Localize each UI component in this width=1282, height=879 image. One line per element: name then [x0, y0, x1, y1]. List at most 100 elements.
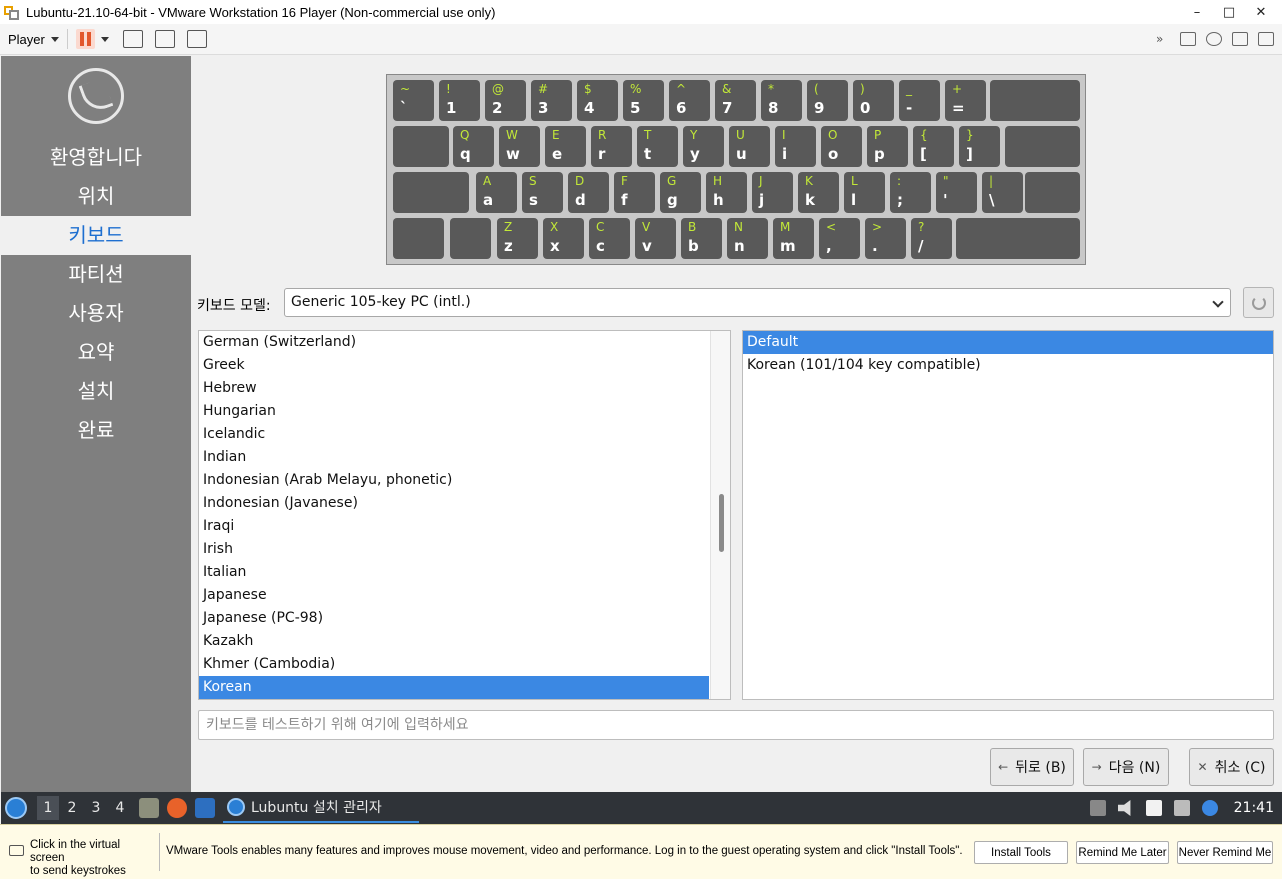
never-remind-button[interactable]: Never Remind Me [1177, 841, 1273, 864]
key-shift-label: E [552, 128, 560, 142]
keyboard-page: ~ `! 1 @2 #3 $4% 5 ^ 6 & 7 * 8(9) 0 _ - + = Qq Ww Ee Rr Tt Yy Uu… [191, 56, 1282, 792]
variant-list[interactable]: Default Korean (101/104 key compatible) [742, 330, 1274, 700]
key-shift-label: ? [918, 220, 925, 234]
key-base-label: 5 [630, 99, 641, 117]
key-3-4: Bb [681, 218, 722, 259]
desktop-switch-2[interactable]: 2 [61, 796, 83, 820]
layout-list-item[interactable]: Hebrew [199, 377, 709, 400]
desktop-switch-3[interactable]: 3 [85, 796, 107, 820]
keyboard-model-select[interactable]: Generic 105-key PC (intl.) [284, 288, 1231, 317]
key-0-6: ^ 6 [669, 80, 710, 121]
key-base-label: i [782, 145, 788, 163]
key-2-9: :; [890, 172, 931, 213]
back-button[interactable]: ← 뒤로 (B) [990, 748, 1074, 786]
step-users: 사용자 [68, 301, 124, 325]
key-base-label: = [952, 99, 965, 117]
layout-list-item[interactable]: German (Switzerland) [199, 331, 709, 354]
key-shift-label: : [897, 174, 902, 188]
layout-list-item[interactable]: Hungarian [199, 400, 709, 423]
key-base-label: r [598, 145, 606, 163]
variant-list-item[interactable]: Korean (101/104 key compatible) [743, 354, 1273, 377]
key-1-10: {[ [913, 126, 954, 167]
power-menu-chevron-icon[interactable] [100, 36, 109, 42]
key-base-label: j [759, 191, 765, 209]
eject-icon[interactable] [1089, 800, 1106, 816]
firefox-icon[interactable] [167, 798, 187, 818]
pause-icon[interactable] [75, 29, 95, 49]
key-1-5: Yy [683, 126, 724, 167]
reset-keyboard-model-button[interactable] [1243, 287, 1274, 318]
next-button[interactable]: → 다음 (N) [1083, 748, 1169, 786]
layout-list-scrollbar[interactable] [710, 331, 730, 699]
layout-list-item[interactable]: Iraqi [199, 515, 709, 538]
key-shift-label: # [538, 82, 549, 96]
key-2-1: Ss [522, 172, 563, 213]
cancel-button-label: 취소 (C) [1214, 760, 1266, 776]
volume-icon[interactable] [1117, 800, 1131, 816]
layout-list-item[interactable]: Khmer (Cambodia) [199, 653, 709, 676]
key-base-label: 8 [768, 99, 779, 117]
clipboard-icon[interactable] [1145, 800, 1162, 816]
layout-list-item[interactable]: Japanese [199, 584, 709, 607]
player-menu[interactable]: Player [8, 32, 59, 47]
key-base-label: [ [920, 145, 927, 163]
taskbar-window-installer[interactable]: Lubuntu 설치 관리자 [223, 793, 419, 823]
remind-later-button[interactable]: Remind Me Later [1076, 841, 1169, 864]
sound-card-icon[interactable] [1258, 32, 1274, 46]
network-adapter-icon[interactable] [1232, 32, 1248, 46]
key-base-label: c [596, 237, 605, 255]
hard-disk-icon[interactable] [1180, 32, 1196, 46]
show-desktop-icon[interactable] [195, 798, 215, 818]
layout-list[interactable]: German (Switzerland) Greek Hebrew Hungarian… [198, 330, 731, 700]
key-base-label: o [828, 145, 839, 163]
send-ctrl-alt-del-icon[interactable] [122, 30, 143, 48]
layout-list-item[interactable]: Italian [199, 561, 709, 584]
layout-list-item[interactable]: Kazakh [199, 630, 709, 653]
key-shift-label: N [734, 220, 743, 234]
file-manager-icon[interactable] [139, 798, 159, 818]
layout-list-item[interactable]: Irish [199, 538, 709, 561]
desktop-switch-4[interactable]: 4 [109, 796, 131, 820]
layout-list-item[interactable]: Indonesian (Arab Melayu, phonetic) [199, 469, 709, 492]
window-titlebar: Lubuntu-21.10-64-bit - VMware Workstatio… [0, 0, 1282, 24]
layout-list-item[interactable]: Korean [199, 676, 709, 699]
key-base-label: z [504, 237, 513, 255]
install-tools-button[interactable]: Install Tools [974, 841, 1068, 864]
key-shift-label: L [851, 174, 858, 188]
tools-bar-divider [159, 833, 160, 871]
layout-list-item[interactable]: Greek [199, 354, 709, 377]
network-icon[interactable] [1173, 800, 1190, 816]
keyboard-model-value: Generic 105-key PC (intl.) [291, 294, 471, 310]
key-3-9: ? / [911, 218, 952, 259]
key-0-5: % 5 [623, 80, 664, 121]
scrollbar-thumb[interactable] [719, 494, 724, 552]
layout-list-item[interactable]: Indian [199, 446, 709, 469]
cancel-button[interactable]: ✕ 취소 (C) [1189, 748, 1274, 786]
close-button[interactable]: ✕ [1250, 5, 1272, 20]
variant-list-item[interactable]: Default [743, 331, 1273, 354]
layout-list-item[interactable]: Japanese (PC-98) [199, 607, 709, 630]
application-menu-icon[interactable] [5, 797, 27, 819]
key-shift-label: J [759, 174, 763, 188]
fullscreen-icon[interactable] [154, 30, 175, 48]
key-shift-label: O [828, 128, 838, 142]
maximize-button[interactable]: □ [1218, 5, 1240, 20]
key-1-11: }] [959, 126, 1000, 167]
keyboard-test-input[interactable] [198, 710, 1274, 740]
update-notifier-icon[interactable] [1201, 800, 1218, 816]
more-devices-icon[interactable]: » [1156, 32, 1170, 46]
unity-icon[interactable] [186, 30, 207, 48]
vmware-toolbar: Player » [0, 24, 1282, 55]
key-3-6: Mm [773, 218, 814, 259]
layout-list-item[interactable]: Icelandic [199, 423, 709, 446]
minimize-button[interactable]: – [1186, 5, 1208, 20]
key-base-label: 6 [676, 99, 687, 117]
key-base-label: w [506, 145, 520, 163]
key-3-1: Xx [543, 218, 584, 259]
desktop-switch-1[interactable]: 1 [37, 796, 59, 820]
key-shift-label: V [642, 220, 651, 234]
cd-dvd-icon[interactable] [1206, 32, 1222, 46]
clock[interactable]: 21:41 [1234, 800, 1274, 816]
key-base-label: m [780, 237, 796, 255]
layout-list-item[interactable]: Indonesian (Javanese) [199, 492, 709, 515]
